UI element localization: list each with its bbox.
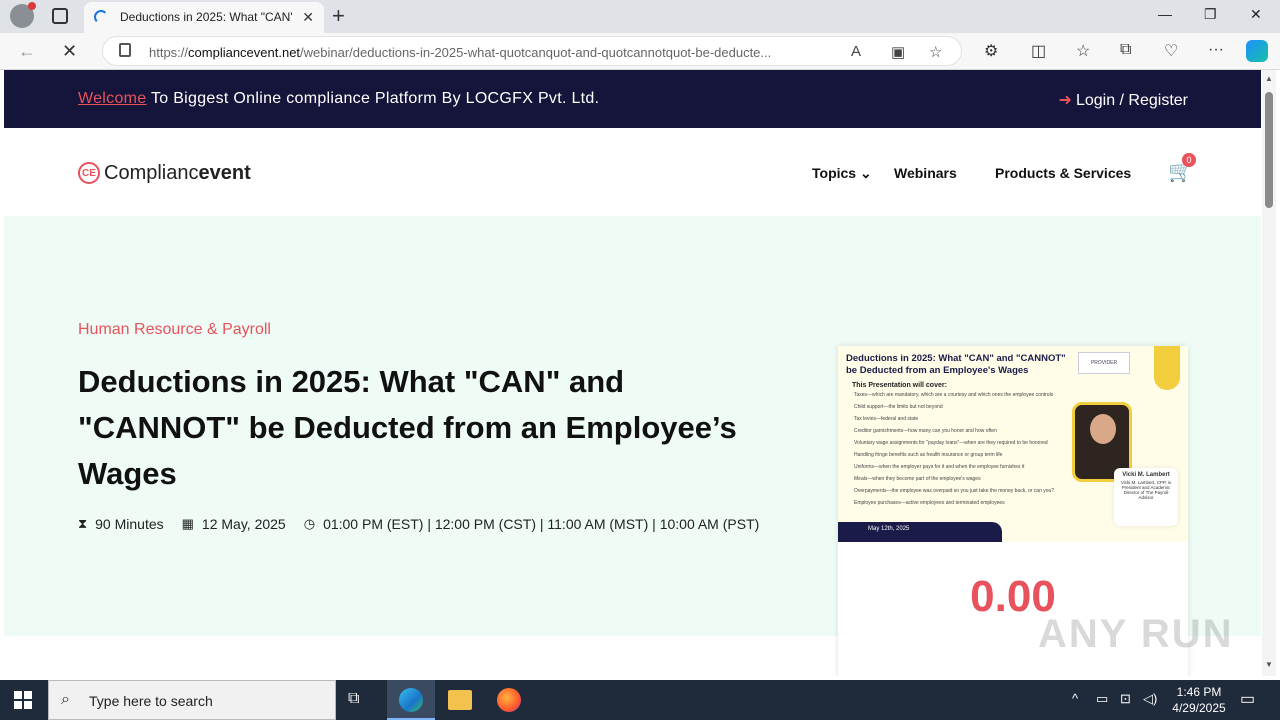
read-aloud-icon[interactable]: A — [851, 43, 861, 60]
calendar-icon: ▦ — [181, 516, 194, 531]
poster-cover-heading: This Presentation will cover: — [852, 382, 947, 389]
windows-taskbar: ⌕ Type here to search ⧉ ^ ▭ ⊡ ◁) 1:46 PM… — [0, 680, 1280, 720]
favorites-icon[interactable]: ☆ — [1076, 41, 1090, 61]
tray-device-icon[interactable]: ▭ — [1096, 691, 1108, 707]
poster-title: Deductions in 2025: What "CAN" and "CANN… — [846, 353, 1066, 376]
time-text: 01:00 PM (EST) | 12:00 PM (CST) | 11:00 … — [323, 516, 760, 532]
sign-in-icon: ➜ — [1058, 92, 1072, 109]
chevron-down-icon: ⌄ — [859, 165, 872, 181]
cart-count-badge: 0 — [1182, 153, 1196, 167]
poster-accent — [1154, 346, 1180, 390]
browser-tab[interactable]: Deductions in 2025: What "CAN" ✕ — [84, 2, 324, 33]
firefox-icon[interactable] — [497, 688, 521, 712]
webinar-meta: ⧗ 90 Minutes ▦ 12 May, 2025 ◷ 01:00 PM (EST… — [78, 516, 777, 532]
volume-icon[interactable]: ◁) — [1143, 691, 1157, 707]
copilot-icon[interactable] — [1246, 40, 1268, 62]
tray-chevron-icon[interactable]: ^ — [1072, 691, 1078, 706]
stop-loading-button[interactable]: ✕ — [62, 41, 77, 62]
welcome-text: Welcome To Biggest Online compliance Pla… — [78, 90, 600, 107]
loading-spinner-icon — [94, 10, 108, 24]
date-text: 12 May, 2025 — [201, 516, 286, 532]
poster-topic: Child support—the limits but not beyond — [854, 404, 943, 410]
anyrun-watermark: ANY RUN — [1038, 612, 1234, 656]
task-view-icon[interactable]: ⧉ — [348, 690, 372, 714]
minimize-button[interactable]: — — [1158, 6, 1172, 22]
notification-icon[interactable]: ▭ — [1240, 689, 1255, 709]
network-icon[interactable]: ⊡ — [1120, 691, 1131, 707]
cart-icon[interactable]: 🛒 0 — [1168, 153, 1196, 184]
duration-text: 90 Minutes — [95, 516, 164, 532]
tab-actions-icon[interactable] — [52, 8, 68, 24]
speaker-face — [1090, 414, 1116, 444]
url-text: https://compliancevent.net/webinar/deduc… — [149, 45, 772, 60]
poster-topics-list: Taxes—which are mandatory, which are a c… — [854, 392, 1064, 512]
category-link[interactable]: Human Resource & Payroll — [78, 321, 271, 339]
logo-mark-icon: CE — [78, 162, 100, 184]
welcome-link[interactable]: Welcome — [78, 90, 147, 107]
webinar-title: Deductions in 2025: What "CAN" and "CANN… — [78, 364, 737, 491]
immersive-reader-icon[interactable]: ▣ — [891, 43, 905, 61]
nav-webinars[interactable]: Webinars — [894, 165, 957, 181]
split-screen-icon[interactable]: ◫ — [1031, 41, 1046, 61]
poster-topic: Taxes—which are mandatory, which are a c… — [854, 392, 1054, 398]
webinar-poster-image: Deductions in 2025: What "CAN" and "CANN… — [838, 346, 1188, 542]
poster-topic: Overpayments—the employee was overpaid s… — [854, 488, 1055, 494]
login-register-link[interactable]: ➜ Login / Register — [1059, 90, 1188, 110]
lock-icon — [119, 43, 131, 57]
poster-topic: Handling fringe benefits such as health … — [854, 452, 1003, 458]
search-placeholder: Type here to search — [89, 693, 213, 709]
back-button[interactable]: ← — [18, 41, 36, 62]
url-field[interactable]: https://compliancevent.net/webinar/deduc… — [102, 36, 962, 66]
hourglass-icon: ⧗ — [78, 516, 88, 531]
scrollbar-thumb[interactable] — [1265, 92, 1273, 208]
edge-icon[interactable] — [399, 688, 423, 712]
poster-topic: Uniforms—when the employer pays for it a… — [854, 464, 1025, 470]
browser-tab-bar: Deductions in 2025: What "CAN" ✕ + — ❐ ✕ — [0, 0, 1280, 33]
extensions-icon[interactable]: ⚙ — [984, 41, 998, 61]
speaker-box: Vicki M. Lambert Vicki M. Lambert, CPP, … — [1114, 468, 1178, 526]
poster-topic: Voluntary wage assignments for "payday l… — [854, 440, 1048, 446]
restore-button[interactable]: ❐ — [1204, 6, 1217, 23]
search-icon: ⌕ — [61, 691, 70, 708]
nav-products-services[interactable]: Products & Services — [995, 165, 1131, 181]
poster-topic: Employee purchases—active employees and … — [854, 500, 1005, 506]
nav-topics[interactable]: Topics ⌄ — [812, 165, 872, 182]
scroll-up-icon[interactable]: ▲ — [1265, 74, 1273, 83]
poster-topic: Meals—when they become part of the emplo… — [854, 476, 981, 482]
file-explorer-icon[interactable] — [448, 690, 472, 710]
poster-topic: Tax levies—federal and state — [854, 416, 919, 422]
more-menu-icon[interactable]: ··· — [1208, 41, 1224, 59]
poster-logos: PROVIDER — [1078, 352, 1130, 374]
poster-date-bar: May 12th, 2025 — [838, 522, 1002, 542]
collections-icon[interactable]: ⧉ — [1120, 41, 1131, 59]
profile-avatar-icon[interactable] — [10, 2, 36, 28]
close-window-button[interactable]: ✕ — [1250, 6, 1262, 23]
page-scrollbar[interactable]: ▲ ▼ — [1262, 70, 1276, 676]
taskbar-search-box[interactable]: ⌕ Type here to search — [48, 680, 336, 720]
favorite-star-icon[interactable]: ☆ — [929, 43, 942, 61]
site-header: CE Complianc event Topics ⌄ Webinars Prod… — [4, 128, 1261, 216]
scroll-down-icon[interactable]: ▼ — [1265, 660, 1273, 669]
tab-title: Deductions in 2025: What "CAN" — [120, 10, 292, 24]
poster-topic: Creditor garnishments—how many can you h… — [854, 428, 997, 434]
taskbar-clock[interactable]: 1:46 PM 4/29/2025 — [1160, 684, 1238, 716]
top-announcement-bar: Welcome To Biggest Online compliance Pla… — [4, 70, 1261, 128]
new-tab-button[interactable]: + — [332, 3, 345, 29]
site-logo[interactable]: CE Complianc event — [78, 161, 251, 185]
browser-essentials-icon[interactable]: ♡ — [1164, 41, 1178, 61]
address-bar-row: ← ✕ https://compliancevent.net/webinar/d… — [0, 33, 1280, 70]
web-page: Welcome To Biggest Online compliance Pla… — [4, 70, 1261, 676]
windows-start-icon[interactable] — [14, 691, 32, 709]
clock-icon: ◷ — [303, 516, 316, 531]
tab-close-icon[interactable]: ✕ — [302, 9, 314, 26]
